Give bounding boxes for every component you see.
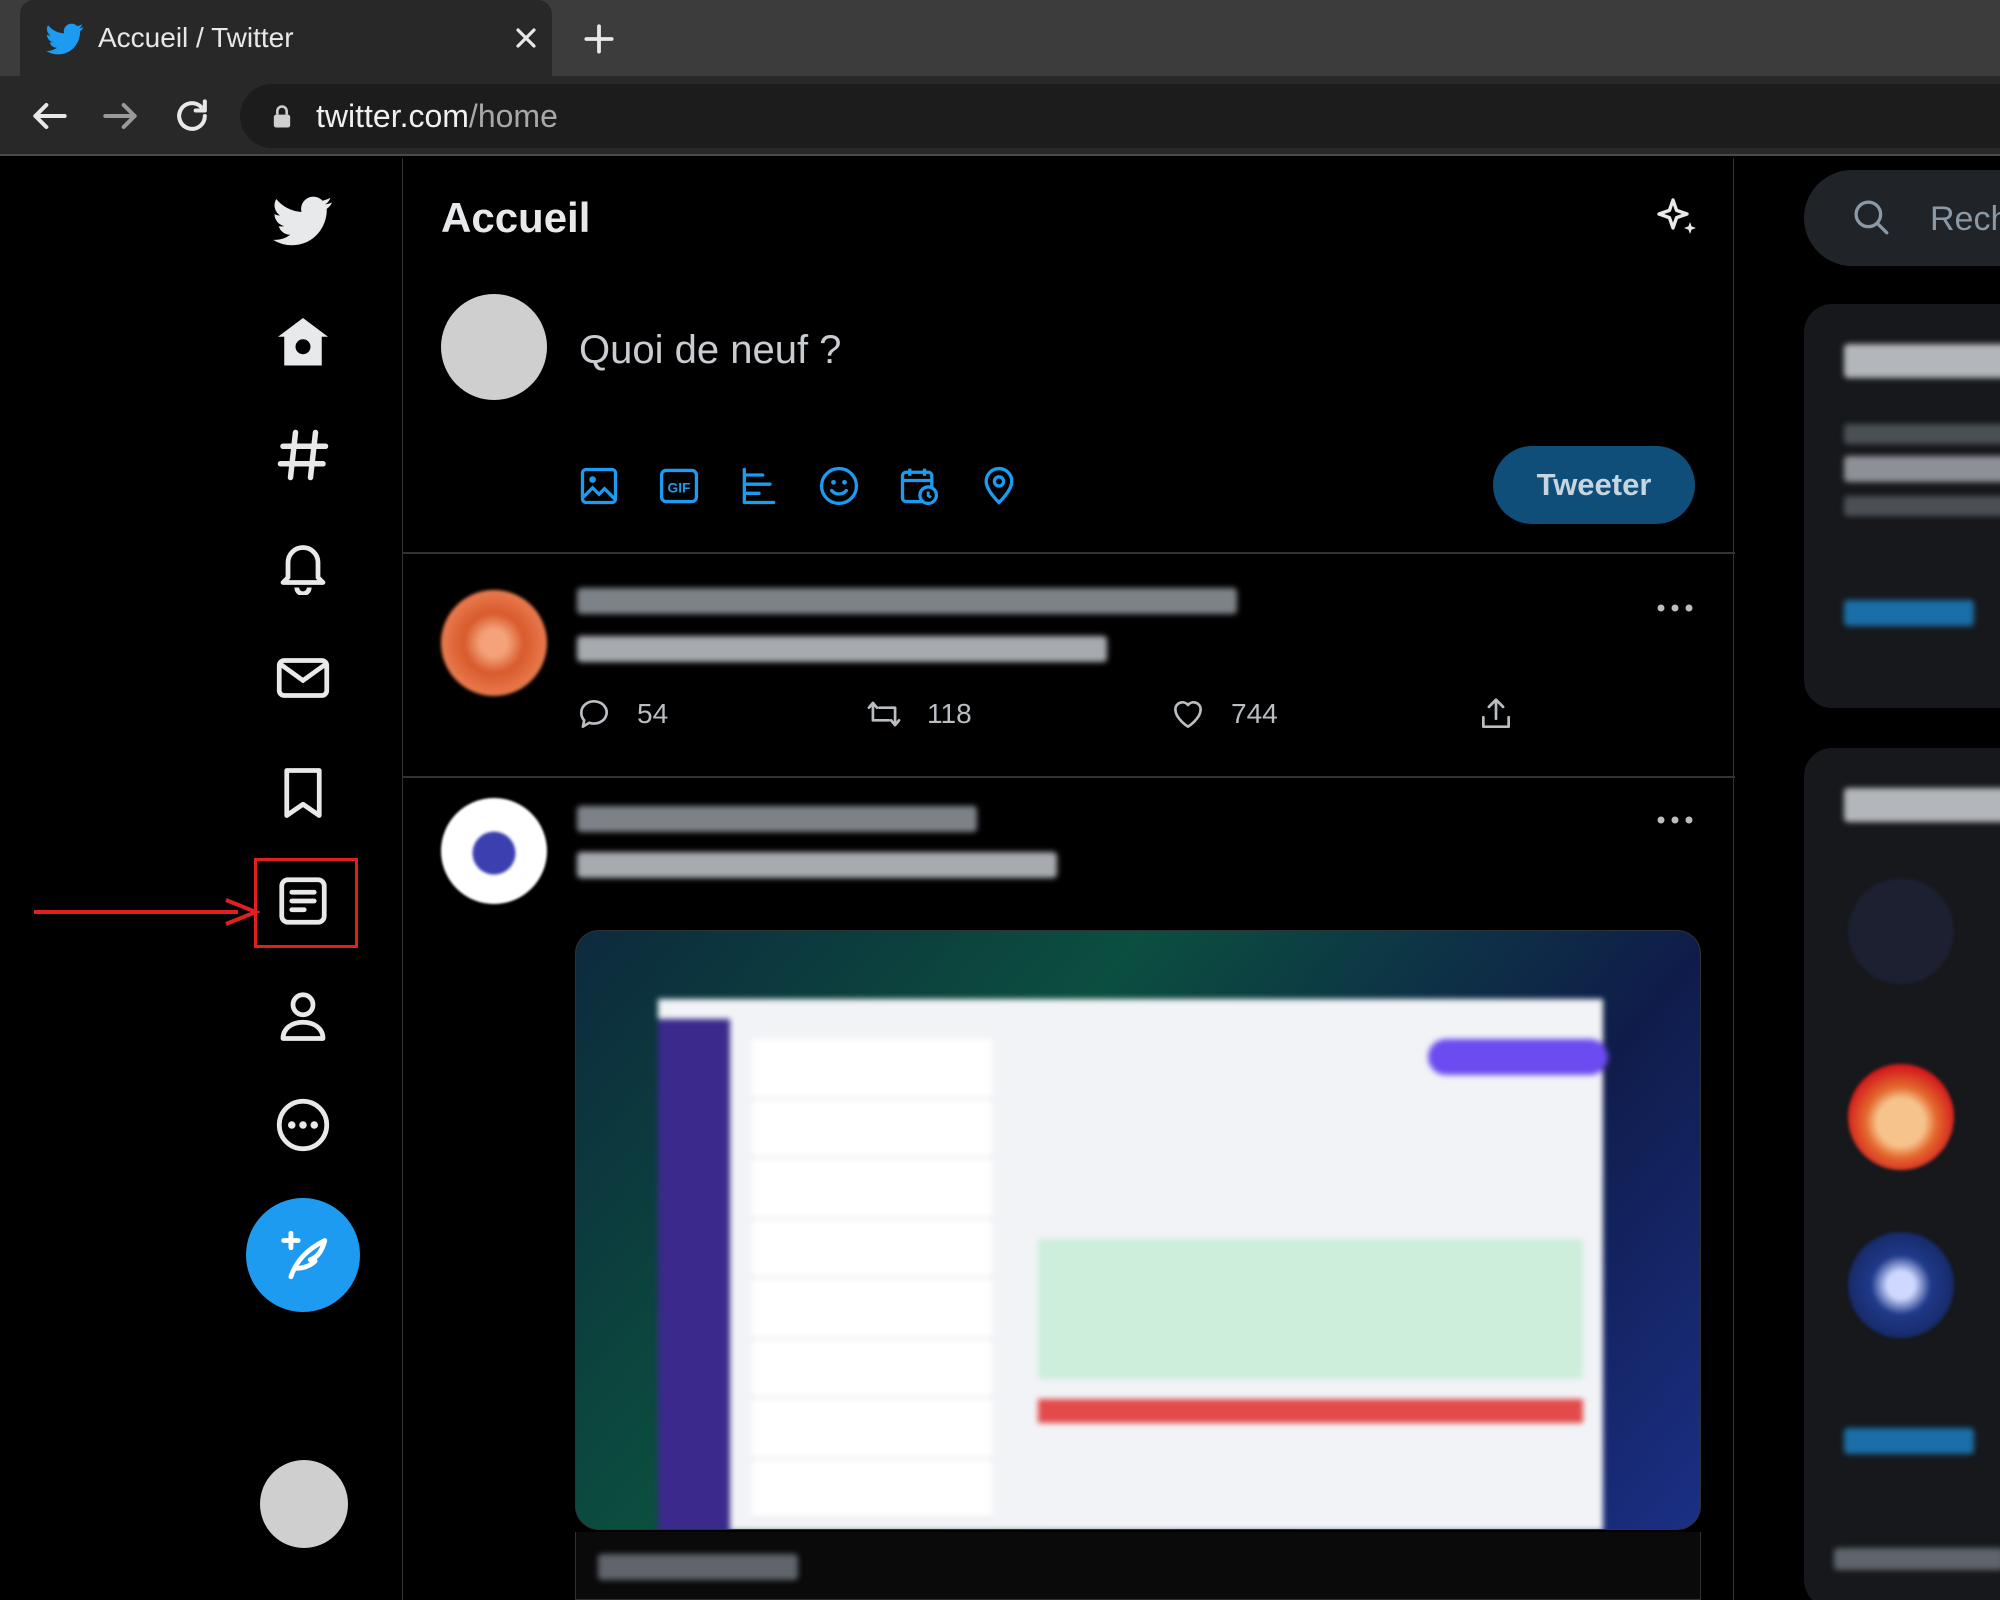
sidebar-item-bookmarks[interactable]: [268, 758, 338, 828]
preview-sidebar: [658, 1019, 730, 1529]
more-options-icon[interactable]: [1651, 598, 1699, 618]
sidebar-item-explore[interactable]: [268, 420, 338, 490]
browser-toolbar: twitter.com/home: [0, 76, 2000, 156]
sidebar-item-messages[interactable]: [268, 643, 338, 713]
twitter-bird-icon: [46, 23, 84, 55]
avatar[interactable]: [1848, 1064, 1954, 1170]
compose-tweet-button[interactable]: [246, 1198, 360, 1312]
tab-title: Accueil / Twitter: [98, 22, 294, 53]
footer-links[interactable]: [1834, 1548, 2000, 1570]
emoji-icon[interactable]: [817, 464, 861, 508]
hashtag-icon: [277, 429, 329, 481]
avatar[interactable]: [1848, 878, 1954, 984]
avatar[interactable]: [441, 798, 547, 904]
trend-count: [1844, 496, 2000, 516]
tweet-text-input[interactable]: [579, 328, 1579, 373]
reload-icon[interactable]: [170, 94, 214, 138]
show-more-link[interactable]: [1844, 1428, 1974, 1454]
screenshot-preview: [658, 999, 1608, 1529]
tweet-author-line[interactable]: [577, 806, 977, 832]
tweet-composer: GIF Tweeter: [403, 268, 1735, 554]
preview-button: [1428, 1039, 1608, 1075]
right-sidebar: Rech: [1734, 158, 2000, 1600]
like-button[interactable]: 744: [1169, 692, 1278, 736]
sidebar-item-home[interactable]: [268, 308, 338, 378]
sidebar-item-more[interactable]: [268, 1090, 338, 1160]
share-button[interactable]: [1477, 692, 1515, 736]
like-count: 744: [1231, 698, 1278, 729]
panel-title: [1844, 788, 2000, 822]
more-circle-icon: [276, 1098, 330, 1152]
reply-count: 54: [637, 698, 669, 729]
search-placeholder: Rech: [1930, 200, 2000, 238]
url-domain: twitter.com: [316, 98, 469, 134]
avatar[interactable]: [441, 294, 547, 400]
feather-plus-icon: [281, 1230, 328, 1280]
forward-arrow-icon[interactable]: [98, 94, 142, 138]
retweet-button[interactable]: 118: [865, 692, 972, 736]
browser-tab[interactable]: Accueil / Twitter: [20, 0, 552, 76]
gif-icon[interactable]: GIF: [657, 464, 701, 508]
close-icon[interactable]: [510, 22, 542, 54]
home-icon: [278, 318, 328, 366]
sparkle-icon[interactable]: [1653, 194, 1701, 242]
avatar[interactable]: [1848, 1232, 1954, 1338]
tweet-text: [577, 852, 1057, 878]
panel-title: [1844, 344, 2000, 378]
new-tab-plus-icon[interactable]: [580, 20, 618, 58]
page-title: Accueil: [441, 194, 591, 241]
who-to-follow-panel: [1804, 748, 2000, 1600]
annotation-arrow-icon: [34, 898, 260, 926]
trends-panel: [1804, 304, 2000, 708]
share-icon: [1481, 698, 1511, 729]
address-bar[interactable]: twitter.com/home: [240, 84, 2000, 148]
show-more-link[interactable]: [1844, 600, 1974, 626]
svg-text:GIF: GIF: [668, 480, 691, 495]
lock-icon[interactable]: [268, 102, 296, 132]
tweet-text: [577, 636, 1107, 662]
tweet[interactable]: 54 118 744: [403, 556, 1735, 778]
sidebar-item-profile[interactable]: [268, 981, 338, 1051]
back-arrow-icon[interactable]: [28, 94, 72, 138]
url-text: twitter.com/home: [316, 98, 558, 134]
sidebar-item-notifications[interactable]: [268, 530, 338, 600]
tweet-button[interactable]: Tweeter: [1493, 446, 1695, 524]
twitter-bird-icon: [273, 196, 332, 246]
annotation-highlight-box: [254, 858, 358, 948]
twitter-logo-link[interactable]: [268, 186, 338, 256]
search-icon: [1854, 200, 1889, 235]
tweet[interactable]: [403, 780, 1735, 1600]
heart-icon: [1173, 700, 1203, 729]
person-icon: [280, 992, 326, 1041]
primary-navigation: [0, 158, 402, 1600]
reply-icon: [579, 700, 608, 729]
poll-icon[interactable]: [737, 464, 781, 508]
location-icon[interactable]: [977, 464, 1021, 508]
retweet-count: 118: [927, 698, 972, 729]
link-card-footer[interactable]: [575, 1532, 1701, 1600]
url-path: /home: [468, 98, 558, 134]
more-options-icon[interactable]: [1651, 810, 1699, 830]
trend-name[interactable]: [1844, 456, 2000, 482]
tweet-media-image[interactable]: [575, 930, 1701, 1530]
home-timeline: Accueil GIF: [402, 158, 1735, 1600]
link-card-domain: [598, 1554, 798, 1580]
avatar[interactable]: [441, 590, 547, 696]
schedule-icon[interactable]: [897, 464, 941, 508]
reply-button[interactable]: 54: [575, 692, 668, 736]
envelope-icon: [276, 658, 330, 698]
bell-icon: [280, 545, 326, 595]
preview-diff-block: [1038, 1239, 1583, 1379]
trend-context: [1844, 424, 2000, 444]
image-icon[interactable]: [577, 464, 621, 508]
account-avatar[interactable]: [260, 1460, 348, 1548]
tweet-author-line[interactable]: [577, 588, 1237, 614]
preview-error-bar: [1038, 1399, 1583, 1423]
browser-tab-strip: Accueil / Twitter: [0, 0, 2000, 76]
retweet-icon: [867, 701, 901, 727]
preview-list: [752, 1039, 992, 1519]
bookmark-icon: [284, 768, 322, 818]
